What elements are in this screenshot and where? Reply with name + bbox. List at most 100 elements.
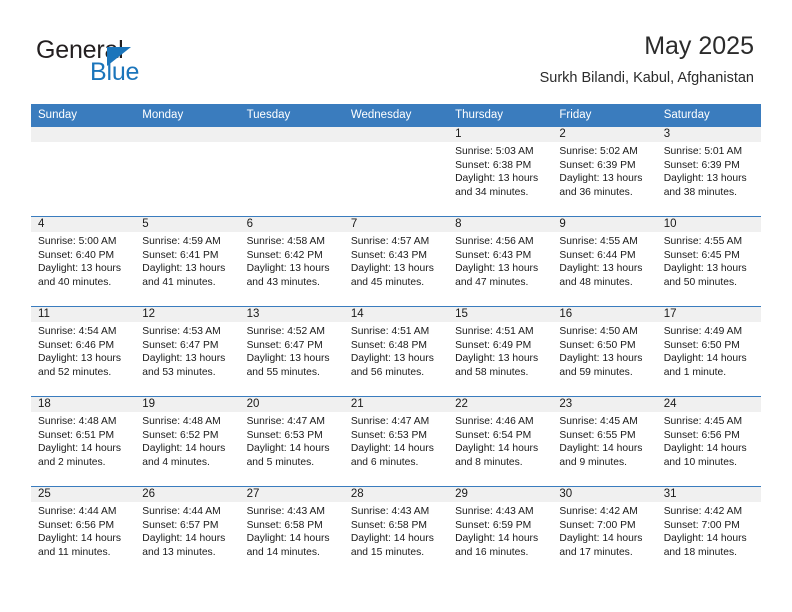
sunset-text: Sunset: 6:55 PM: [559, 429, 636, 441]
sunset-text: Sunset: 6:38 PM: [455, 159, 532, 171]
calendar-day-cell[interactable]: 21 Sunrise: 4:47 AM Sunset: 6:53 PM Dayligh…: [343, 396, 449, 487]
day-details: Sunrise: 5:00 AM Sunset: 6:40 PM Daylight:…: [31, 232, 135, 289]
sunrise-text: Sunrise: 4:45 AM: [559, 416, 638, 427]
daylight-text: Daylight: 13 hours: [38, 353, 121, 365]
day-number: 28: [343, 487, 449, 502]
calendar-day-cell[interactable]: 28 Sunrise: 4:43 AM Sunset: 6:58 PM Dayligh…: [343, 486, 449, 577]
calendar-day-cell[interactable]: 24 Sunrise: 4:45 AM Sunset: 6:56 PM Dayligh…: [656, 396, 761, 487]
calendar-day-cell-empty: [343, 126, 449, 217]
sunrise-text: Sunrise: 5:00 AM: [38, 236, 117, 247]
weekday-header-saturday: Saturday: [656, 104, 761, 127]
sunrise-text: Sunrise: 4:43 AM: [455, 506, 534, 517]
daylight-text: Daylight: 14 hours: [246, 533, 330, 545]
day-number: 10: [656, 217, 761, 232]
day-number: 22: [448, 397, 553, 412]
calendar-day-cell[interactable]: 23 Sunrise: 4:45 AM Sunset: 6:55 PM Dayligh…: [552, 396, 657, 487]
sunset-text: Sunset: 6:41 PM: [142, 249, 219, 261]
calendar-day-cell[interactable]: 19 Sunrise: 4:48 AM Sunset: 6:52 PM Dayligh…: [135, 396, 240, 487]
sunset-text: Sunset: 6:44 PM: [559, 249, 636, 261]
sunrise-text: Sunrise: 4:45 AM: [663, 416, 743, 427]
daylight-text-cont: and 10 minutes.: [663, 456, 737, 468]
weekday-header-friday: Friday: [552, 104, 657, 127]
day-number: 23: [552, 397, 657, 412]
day-number: [31, 127, 136, 142]
calendar-day-cell[interactable]: 9 Sunrise: 4:55 AM Sunset: 6:44 PM Daylight…: [552, 216, 657, 307]
day-details: Sunrise: 4:46 AM Sunset: 6:54 PM Daylight:…: [448, 412, 552, 469]
day-number: 7: [343, 217, 449, 232]
day-details: Sunrise: 4:49 AM Sunset: 6:50 PM Daylight:…: [657, 322, 761, 379]
day-details: Sunrise: 4:50 AM Sunset: 6:50 PM Daylight:…: [552, 322, 656, 379]
calendar-day-cell[interactable]: 6 Sunrise: 4:58 AM Sunset: 6:42 PM Daylight…: [239, 216, 344, 307]
calendar-day-cell[interactable]: 12 Sunrise: 4:53 AM Sunset: 6:47 PM Dayligh…: [135, 306, 240, 397]
calendar-week-row: 1 Sunrise: 5:03 AM Sunset: 6:38 PM Daylight…: [31, 126, 761, 217]
calendar-day-cell[interactable]: 26 Sunrise: 4:44 AM Sunset: 6:57 PM Dayligh…: [135, 486, 240, 577]
sunset-text: Sunset: 6:48 PM: [350, 339, 427, 351]
sunset-text: Sunset: 6:50 PM: [559, 339, 636, 351]
sunset-text: Sunset: 6:57 PM: [142, 519, 219, 531]
sunrise-text: Sunrise: 4:59 AM: [142, 236, 221, 247]
weekday-header-tuesday: Tuesday: [239, 104, 344, 127]
sunrise-text: Sunrise: 4:55 AM: [559, 236, 638, 247]
sunrise-text: Sunrise: 4:42 AM: [559, 506, 638, 517]
sunrise-text: Sunrise: 4:57 AM: [350, 236, 430, 247]
calendar-day-cell[interactable]: 2 Sunrise: 5:02 AM Sunset: 6:39 PM Daylight…: [552, 126, 657, 217]
calendar-week-row: 18 Sunrise: 4:48 AM Sunset: 6:51 PM Dayligh…: [31, 396, 761, 487]
calendar-day-cell[interactable]: 3 Sunrise: 5:01 AM Sunset: 6:39 PM Daylight…: [656, 126, 761, 217]
calendar-day-cell[interactable]: 17 Sunrise: 4:49 AM Sunset: 6:50 PM Dayligh…: [656, 306, 761, 397]
daylight-text-cont: and 6 minutes.: [350, 456, 419, 468]
calendar-day-cell[interactable]: 29 Sunrise: 4:43 AM Sunset: 6:59 PM Dayligh…: [448, 486, 553, 577]
day-number: 14: [343, 307, 449, 322]
day-number: 21: [343, 397, 449, 412]
sunset-text: Sunset: 6:56 PM: [38, 519, 115, 531]
calendar-day-cell[interactable]: 11 Sunrise: 4:54 AM Sunset: 6:46 PM Dayligh…: [31, 306, 136, 397]
calendar-day-cell[interactable]: 10 Sunrise: 4:55 AM Sunset: 6:45 PM Dayligh…: [656, 216, 761, 307]
calendar-day-cell[interactable]: 22 Sunrise: 4:46 AM Sunset: 6:54 PM Dayligh…: [448, 396, 553, 487]
brand-logo[interactable]: General Blue: [36, 36, 266, 88]
daylight-text-cont: and 50 minutes.: [663, 276, 737, 288]
calendar-day-cell[interactable]: 15 Sunrise: 4:51 AM Sunset: 6:49 PM Dayligh…: [448, 306, 553, 397]
daylight-text: Daylight: 13 hours: [455, 263, 539, 275]
daylight-text-cont: and 38 minutes.: [663, 186, 737, 198]
calendar-day-cell[interactable]: 25 Sunrise: 4:44 AM Sunset: 6:56 PM Dayligh…: [31, 486, 136, 577]
sunset-text: Sunset: 6:49 PM: [455, 339, 532, 351]
daylight-text-cont: and 5 minutes.: [246, 456, 315, 468]
calendar-day-cell[interactable]: 31 Sunrise: 4:42 AM Sunset: 7:00 PM Dayligh…: [656, 486, 761, 577]
day-details: Sunrise: 4:48 AM Sunset: 6:51 PM Daylight:…: [31, 412, 135, 469]
calendar-day-cell[interactable]: 16 Sunrise: 4:50 AM Sunset: 6:50 PM Dayligh…: [552, 306, 657, 397]
sunrise-text: Sunrise: 4:48 AM: [142, 416, 221, 427]
calendar-day-cell[interactable]: 13 Sunrise: 4:52 AM Sunset: 6:47 PM Dayligh…: [239, 306, 344, 397]
day-number: 8: [448, 217, 553, 232]
day-number: 5: [135, 217, 240, 232]
sunset-text: Sunset: 6:47 PM: [142, 339, 219, 351]
calendar-day-cell[interactable]: 27 Sunrise: 4:43 AM Sunset: 6:58 PM Dayligh…: [239, 486, 344, 577]
calendar-day-cell[interactable]: 5 Sunrise: 4:59 AM Sunset: 6:41 PM Daylight…: [135, 216, 240, 307]
daylight-text: Daylight: 13 hours: [246, 263, 330, 275]
calendar-day-cell[interactable]: 8 Sunrise: 4:56 AM Sunset: 6:43 PM Daylight…: [448, 216, 553, 307]
sunset-text: Sunset: 6:58 PM: [246, 519, 323, 531]
daylight-text-cont: and 17 minutes.: [559, 546, 633, 558]
sunrise-text: Sunrise: 4:52 AM: [246, 326, 325, 337]
daylight-text: Daylight: 13 hours: [246, 353, 330, 365]
sunrise-text: Sunrise: 4:42 AM: [663, 506, 743, 517]
calendar-day-cell[interactable]: 18 Sunrise: 4:48 AM Sunset: 6:51 PM Dayligh…: [31, 396, 136, 487]
day-number: 17: [656, 307, 761, 322]
daylight-text-cont: and 15 minutes.: [350, 546, 425, 558]
day-details: Sunrise: 4:59 AM Sunset: 6:41 PM Daylight:…: [135, 232, 239, 289]
calendar-day-cell[interactable]: 30 Sunrise: 4:42 AM Sunset: 7:00 PM Dayligh…: [552, 486, 657, 577]
daylight-text: Daylight: 13 hours: [559, 173, 643, 185]
daylight-text: Daylight: 14 hours: [455, 533, 539, 545]
day-number: 31: [656, 487, 761, 502]
calendar-day-cell[interactable]: 14 Sunrise: 4:51 AM Sunset: 6:48 PM Dayligh…: [343, 306, 449, 397]
day-details: Sunrise: 4:55 AM Sunset: 6:44 PM Daylight:…: [552, 232, 656, 289]
weekday-header-sunday: Sunday: [31, 104, 136, 127]
calendar-day-cell[interactable]: 4 Sunrise: 5:00 AM Sunset: 6:40 PM Daylight…: [31, 216, 136, 307]
daylight-text-cont: and 45 minutes.: [350, 276, 425, 288]
daylight-text: Daylight: 14 hours: [350, 533, 434, 545]
daylight-text-cont: and 4 minutes.: [142, 456, 210, 468]
page-header: General Blue May 2025 Surkh Bilandi, Kab…: [0, 0, 792, 104]
calendar-day-cell[interactable]: 7 Sunrise: 4:57 AM Sunset: 6:43 PM Daylight…: [343, 216, 449, 307]
page-title: May 2025: [644, 32, 754, 60]
calendar-day-cell[interactable]: 20 Sunrise: 4:47 AM Sunset: 6:53 PM Dayligh…: [239, 396, 344, 487]
weekday-header-monday: Monday: [135, 104, 240, 127]
calendar-day-cell[interactable]: 1 Sunrise: 5:03 AM Sunset: 6:38 PM Daylight…: [448, 126, 553, 217]
